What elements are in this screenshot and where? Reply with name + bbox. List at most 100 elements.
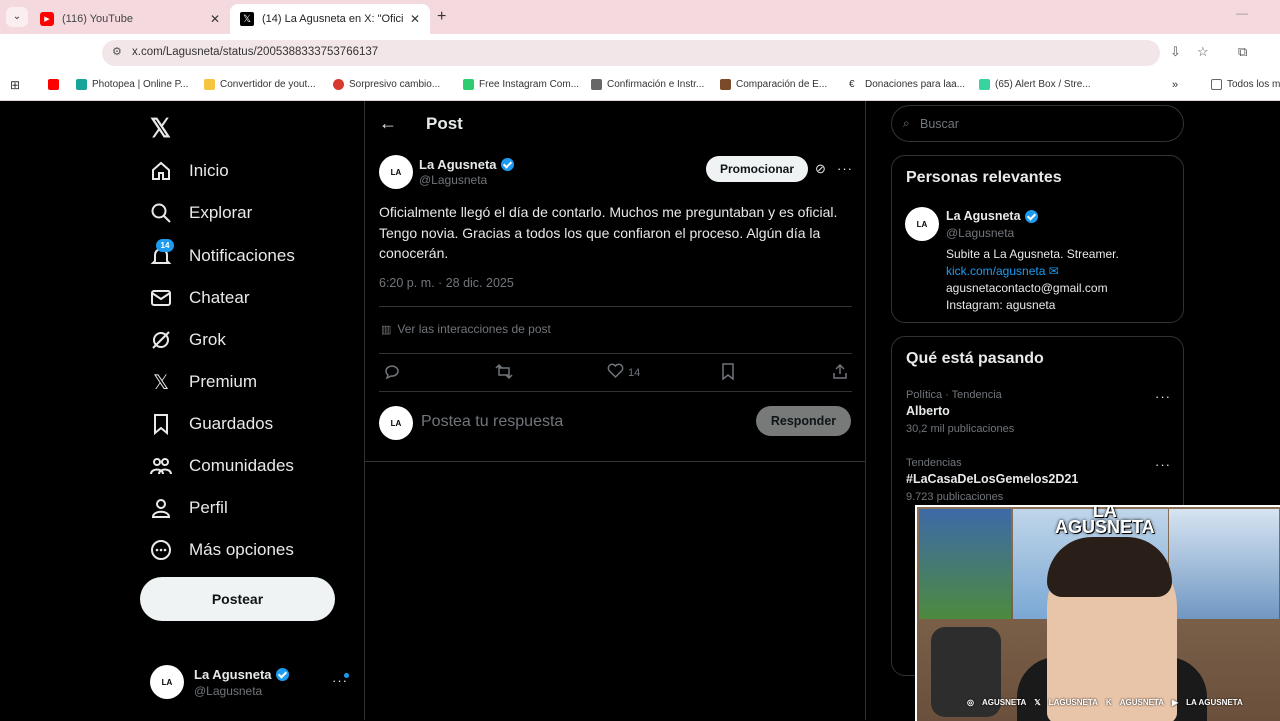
sidebar-item-premium[interactable]: 𝕏 Premium: [150, 367, 350, 397]
bookmark-label: Free Instagram Com...: [479, 79, 580, 90]
site-info-icon[interactable]: ⚙: [112, 45, 122, 58]
more-options-icon[interactable]: ···: [837, 161, 853, 176]
post-column: ← Post LA La Agusneta @Lagusneta Promoci…: [364, 101, 866, 720]
post-button[interactable]: Postear: [140, 577, 335, 621]
tab-youtube[interactable]: ▶ (116) YouTube ✕: [30, 4, 230, 34]
repost-icon[interactable]: [495, 363, 513, 380]
sidebar-item-comunidades[interactable]: Comunidades: [150, 451, 350, 481]
bookmark-label: Sorpresivo cambio...: [349, 79, 441, 90]
trend-count: 30,2 mil publicaciones: [906, 423, 1015, 435]
bookmark-item[interactable]: € Donaciones para laa...: [849, 79, 965, 90]
search-icon: [150, 202, 172, 224]
sidebar-item-notificaciones[interactable]: Notificaciones: [150, 241, 350, 271]
tab-x-post[interactable]: 𝕏 (14) La Agusneta en X: "Oficialm ✕: [230, 4, 430, 34]
share-icon[interactable]: [832, 363, 848, 380]
grok-icon: [150, 329, 172, 351]
reply-input[interactable]: Postea tu respuesta: [421, 413, 563, 431]
reply-avatar: LA: [379, 406, 413, 440]
search-input[interactable]: ⌕ Buscar: [891, 105, 1184, 142]
bio-link[interactable]: kick.com/agusneta ✉: [946, 264, 1059, 278]
sidebar-item-explorar[interactable]: Explorar: [150, 198, 350, 228]
more-options-icon[interactable]: ···: [1155, 389, 1171, 404]
bookmark-label: Donaciones para laa...: [865, 79, 966, 90]
social-handle: AGUSNETA: [1119, 697, 1164, 707]
x-logo-icon[interactable]: 𝕏: [150, 113, 171, 144]
more-bookmarks-icon[interactable]: »: [1172, 79, 1178, 91]
bookmark-item[interactable]: Free Instagram Com...: [463, 79, 579, 90]
sidebar-item-inicio[interactable]: Inicio: [150, 156, 350, 186]
account-handle: @Lagusneta: [194, 684, 263, 698]
site-icon: [720, 79, 731, 90]
euro-icon: €: [849, 79, 860, 90]
minimize-icon[interactable]: —: [1236, 6, 1248, 20]
post-text: Oficialmente llegó el día de contarlo. M…: [379, 204, 838, 261]
bookmark-label: (65) Alert Box / Stre...: [995, 79, 1091, 90]
bookmark-youtube[interactable]: [48, 79, 64, 90]
trend-count: 9.723 publicaciones: [906, 491, 1004, 503]
sidebar-item-guardados[interactable]: Guardados: [150, 409, 350, 439]
bookmark-item[interactable]: Photopea | Online P...: [76, 79, 188, 90]
player-poster: [1169, 509, 1279, 619]
streamer-hair: [1047, 537, 1172, 597]
analytics-icon: ▥: [381, 323, 392, 336]
profile-name-text: La Agusneta: [946, 209, 1021, 223]
grok-icon[interactable]: ⊘: [815, 161, 826, 177]
reply-button[interactable]: Responder: [756, 406, 851, 436]
author-handle[interactable]: @Lagusneta: [419, 173, 487, 187]
avatar[interactable]: LA: [150, 665, 184, 699]
omnibox[interactable]: ⚙ x.com/Lagusneta/status/200538833375376…: [102, 40, 1160, 66]
extensions-icon[interactable]: ⧉: [1238, 44, 1247, 60]
bookmark-icon[interactable]: [720, 363, 736, 380]
sidebar-item-perfil[interactable]: Perfil: [150, 493, 350, 523]
tab-title: (116) YouTube: [62, 13, 133, 25]
close-tab-icon[interactable]: ✕: [410, 12, 420, 26]
like-button[interactable]: 14: [607, 363, 640, 382]
bio-line: Subite a La Agusneta. Streamer.: [946, 247, 1119, 261]
sidebar-item-label: Chatear: [189, 288, 250, 307]
sidebar-item-mas-opciones[interactable]: Más opciones: [150, 535, 350, 565]
photopea-icon: [76, 79, 87, 90]
bookmark-folder[interactable]: Todos los m: [1211, 79, 1280, 90]
promote-button[interactable]: Promocionar: [706, 156, 808, 182]
account-name[interactable]: La Agusneta: [194, 667, 289, 682]
apps-icon[interactable]: ⊞: [10, 78, 20, 92]
verified-badge-icon: [1024, 209, 1038, 223]
bookmark-item[interactable]: Sorpresivo cambio...: [333, 79, 440, 90]
sidebar-item-label: Explorar: [189, 203, 253, 222]
folder-icon: [204, 79, 215, 90]
trend-topic: Alberto: [906, 404, 950, 418]
avatar[interactable]: LA: [905, 207, 939, 241]
stadium-poster: [919, 509, 1011, 619]
tab-search-button[interactable]: ⌄: [6, 7, 28, 27]
search-placeholder: Buscar: [920, 117, 959, 131]
back-arrow-icon[interactable]: ←: [379, 113, 397, 134]
people-icon: [150, 455, 172, 477]
view-interactions-link[interactable]: ▥ Ver las interacciones de post: [381, 322, 551, 336]
sidebar-item-grok[interactable]: Grok: [150, 325, 350, 355]
bookmark-item[interactable]: Convertidor de yout...: [204, 79, 316, 90]
stream-logo: LA AGUSNETA: [1055, 505, 1155, 537]
sidebar-item-label: Perfil: [189, 498, 228, 517]
star-icon[interactable]: ☆: [1197, 44, 1209, 60]
card-title: Personas relevantes: [906, 169, 1062, 186]
install-icon[interactable]: ⇩: [1170, 44, 1181, 60]
bookmark-label: Todos los m: [1227, 79, 1280, 90]
profile-name[interactable]: La Agusneta: [946, 209, 1038, 223]
bookmark-item[interactable]: (65) Alert Box / Stre...: [979, 79, 1091, 90]
divider: [379, 306, 852, 307]
close-tab-icon[interactable]: ✕: [210, 12, 220, 26]
reply-icon[interactable]: [383, 363, 400, 380]
bookmark-item[interactable]: Confirmación e Instr...: [591, 79, 704, 90]
more-options-icon[interactable]: ···: [1155, 457, 1171, 472]
bookmark-item[interactable]: Comparación de E...: [720, 79, 827, 90]
post-timestamp[interactable]: 6:20 p. m. · 28 dic. 2025: [379, 276, 514, 290]
verified-badge-icon: [275, 668, 289, 681]
author-avatar[interactable]: LA: [379, 155, 413, 189]
link-icon: [591, 79, 602, 90]
tab-bar: ⌄ ▶ (116) YouTube ✕ 𝕏 (14) La Agusneta e…: [0, 0, 1280, 34]
new-tab-icon[interactable]: +: [437, 8, 446, 26]
bookmark-label: Comparación de E...: [736, 79, 828, 90]
sidebar-item-chatear[interactable]: Chatear: [150, 283, 350, 313]
tab-title: (14) La Agusneta en X: "Oficialm: [262, 13, 404, 25]
author-name[interactable]: La Agusneta: [419, 157, 514, 172]
